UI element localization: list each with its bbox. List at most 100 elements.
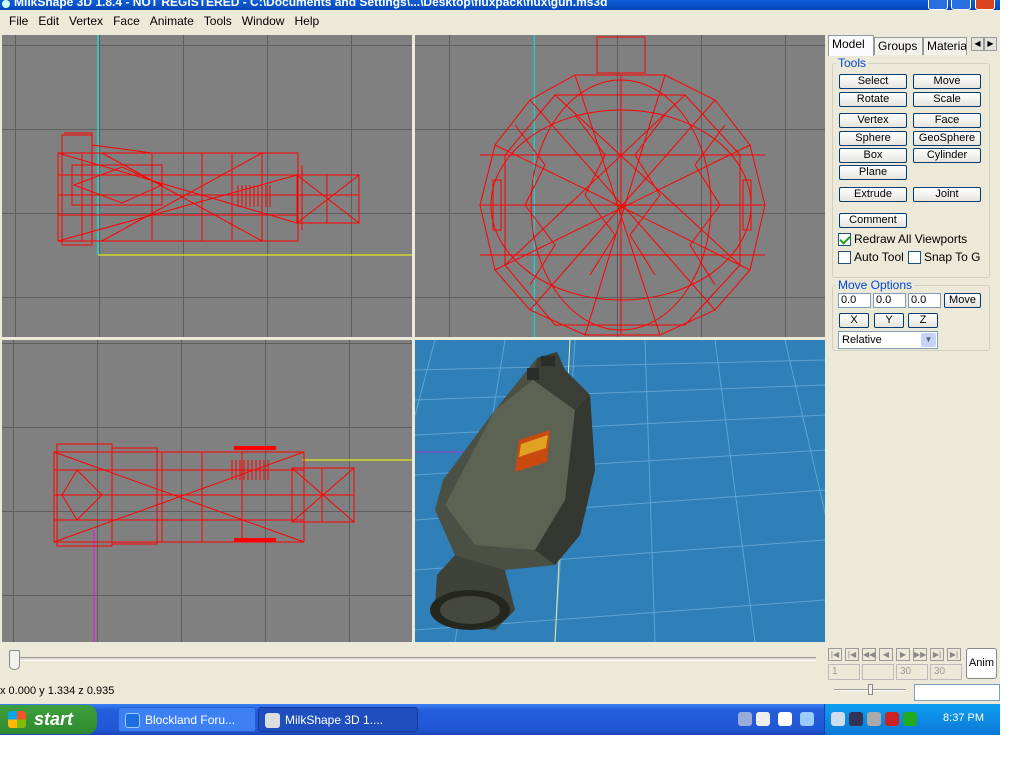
- tool-tray-icon[interactable]: [738, 712, 752, 726]
- timeline-track[interactable]: [10, 657, 816, 661]
- close-button[interactable]: [975, 0, 995, 10]
- cylinder-button[interactable]: Cylinder: [913, 148, 981, 163]
- rotate-button[interactable]: Rotate: [839, 92, 907, 107]
- tab-scroll-left-icon[interactable]: ◀: [971, 37, 984, 51]
- last-frame-icon[interactable]: ▶|: [947, 648, 961, 661]
- wireframe-front: [479, 35, 766, 337]
- extrude-button[interactable]: Extrude: [839, 187, 907, 202]
- menu-window[interactable]: Window: [237, 14, 290, 28]
- shield-tray-icon[interactable]: [849, 712, 863, 726]
- animation-timeline: |◀ |◀ ◀◀ ◀ ▶ ▶▶ ▶| ▶| 1 30 30: [0, 644, 1000, 684]
- status-bar: x 0.000 y 1.334 z 0.935: [0, 684, 1000, 704]
- speed-slider-thumb[interactable]: [868, 684, 873, 695]
- cursor-coordinates: x 0.000 y 1.334 z 0.935: [0, 685, 115, 697]
- chevron-down-icon: ▼: [921, 333, 936, 347]
- total-frames-field[interactable]: 30: [930, 664, 962, 680]
- geosphere-button[interactable]: GeoSphere: [913, 131, 981, 146]
- network-tray-icon[interactable]: [800, 712, 814, 726]
- plane-button[interactable]: Plane: [839, 165, 907, 180]
- comment-button[interactable]: Comment: [839, 213, 907, 228]
- status-field: [914, 684, 1000, 701]
- move-x-field[interactable]: 0.0: [838, 293, 871, 308]
- monitor-tray-icon[interactable]: [756, 712, 770, 726]
- snap-to-grid-checkbox[interactable]: Snap To G: [908, 250, 988, 264]
- redraw-all-viewports-checkbox[interactable]: Redraw All Viewports: [838, 232, 967, 246]
- auto-tool-label: Auto Tool: [854, 250, 904, 264]
- scale-button[interactable]: Scale: [913, 92, 981, 107]
- move-mode-select[interactable]: Relative ▼: [838, 331, 938, 349]
- current-frame-field[interactable]: 1: [828, 664, 860, 680]
- clock: 8:37 PM: [943, 712, 984, 724]
- tool-panel: Model Groups Materia ◀ ▶ Tools Select Mo…: [828, 33, 1000, 644]
- menu-face[interactable]: Face: [108, 14, 145, 28]
- title-bar[interactable]: MilkShape 3D 1.8.4 - NOT REGISTERED - C:…: [0, 0, 1000, 10]
- face-button[interactable]: Face: [913, 113, 981, 128]
- arrow-tray-icon[interactable]: [831, 712, 845, 726]
- checkbox-unchecked-icon: [838, 250, 851, 264]
- axis-z-button[interactable]: Z: [908, 313, 938, 328]
- start-button[interactable]: start: [0, 705, 97, 734]
- move-apply-button[interactable]: Move: [944, 293, 981, 308]
- sphere-button[interactable]: Sphere: [839, 131, 907, 146]
- fast-forward-icon[interactable]: ▶▶: [913, 648, 927, 661]
- next-frame-icon[interactable]: ▶: [896, 648, 910, 661]
- tab-materials[interactable]: Materia: [923, 37, 967, 55]
- menu-vertex[interactable]: Vertex: [64, 14, 108, 28]
- viewport-3d[interactable]: [413, 338, 827, 644]
- select-button[interactable]: Select: [839, 74, 907, 89]
- start-label: start: [34, 709, 74, 729]
- menu-animate[interactable]: Animate: [145, 14, 199, 28]
- speaker-tray-icon[interactable]: [867, 712, 881, 726]
- viewport-top-right[interactable]: [413, 33, 827, 339]
- rewind-icon[interactable]: ◀◀: [862, 648, 876, 661]
- axis-x-button[interactable]: X: [839, 313, 869, 328]
- auto-tool-checkbox[interactable]: Auto Tool: [838, 250, 904, 264]
- maximize-button[interactable]: [951, 0, 971, 10]
- wireframe-top: [53, 443, 412, 642]
- status-tray-icon[interactable]: [903, 712, 917, 726]
- redraw-label: Redraw All Viewports: [854, 232, 968, 246]
- menu-file[interactable]: File: [4, 14, 33, 28]
- help-tray-icon[interactable]: [778, 712, 792, 726]
- menu-tools[interactable]: Tools: [199, 14, 237, 28]
- rendered-model-3d: [415, 340, 825, 642]
- task-blockland-forum[interactable]: Blockland Foru...: [118, 707, 256, 732]
- joint-button[interactable]: Joint: [913, 187, 981, 202]
- prev-key-icon[interactable]: |◀: [845, 648, 859, 661]
- wireframe-side: [57, 35, 412, 256]
- move-mode-value: Relative: [842, 334, 882, 346]
- frame-spacer: [862, 664, 894, 680]
- tools-group-label: Tools: [836, 56, 869, 70]
- next-key-icon[interactable]: ▶|: [930, 648, 944, 661]
- vertex-button[interactable]: Vertex: [839, 113, 907, 128]
- mail-tray-icon[interactable]: [885, 712, 899, 726]
- box-button[interactable]: Box: [839, 148, 907, 163]
- task-label: Blockland Foru...: [145, 713, 236, 727]
- menu-edit[interactable]: Edit: [33, 14, 64, 28]
- speed-slider[interactable]: [834, 684, 906, 695]
- move-z-field[interactable]: 0.0: [908, 293, 941, 308]
- minimize-button[interactable]: [928, 0, 948, 10]
- panel-tabs: Model Groups Materia ◀ ▶: [828, 35, 1000, 56]
- axis-y-button[interactable]: Y: [874, 313, 904, 328]
- first-frame-icon[interactable]: |◀: [828, 648, 842, 661]
- timeline-slider-thumb[interactable]: [9, 650, 20, 670]
- window-title: MilkShape 3D 1.8.4 - NOT REGISTERED - C:…: [14, 0, 608, 9]
- menu-help[interactable]: Help: [289, 14, 324, 28]
- move-y-field[interactable]: 0.0: [873, 293, 906, 308]
- task-milkshape[interactable]: MilkShape 3D 1....: [258, 707, 418, 732]
- milkshape-icon: [265, 713, 280, 728]
- snap-to-label: Snap To G: [924, 250, 981, 264]
- prev-frame-icon[interactable]: ◀: [879, 648, 893, 661]
- task-label: MilkShape 3D 1....: [285, 713, 384, 727]
- end-frame-field[interactable]: 30: [896, 664, 928, 680]
- move-tool-button[interactable]: Move: [913, 74, 981, 89]
- tab-groups[interactable]: Groups: [874, 37, 923, 55]
- menu-bar: File Edit Vertex Face Animate Tools Wind…: [0, 10, 1000, 32]
- system-tray: 8:37 PM: [824, 704, 1000, 735]
- viewport-top-left[interactable]: [0, 33, 414, 339]
- tab-scroll-right-icon[interactable]: ▶: [984, 37, 997, 51]
- anim-button[interactable]: Anim: [966, 648, 997, 679]
- viewport-bottom-left[interactable]: [0, 338, 414, 644]
- tab-model[interactable]: Model: [828, 35, 874, 56]
